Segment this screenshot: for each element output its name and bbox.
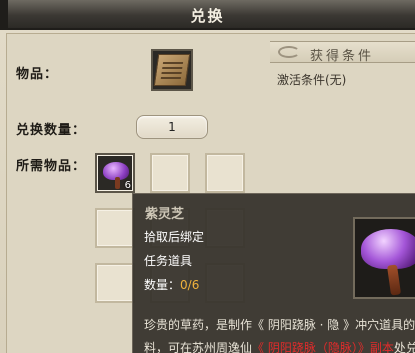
required-item-slot[interactable]: [95, 263, 135, 303]
reward-item-slot[interactable]: [151, 49, 193, 91]
conditions-header: 获得条件: [270, 41, 415, 64]
swirl-ornament-icon: [278, 46, 300, 58]
slot-count: 6: [124, 180, 131, 191]
required-item-slot[interactable]: [150, 153, 190, 193]
item-label: 物品：: [16, 67, 59, 82]
tooltip-item-name: 紫灵芝: [145, 207, 185, 222]
tooltip-count-value: 0/6: [180, 278, 200, 292]
purple-ganoderma-large-icon: [353, 217, 415, 299]
tooltip-description-line2: 料，可在苏州周逸仙《 阴阳跷脉（隐脉）》副本处兑: [144, 339, 415, 353]
desc-suffix: 处兑: [393, 341, 415, 353]
scroll-icon: [153, 54, 191, 86]
required-item-slot[interactable]: 6: [95, 153, 135, 193]
exchange-window: 兑换 物品： 获得条件 激活条件(无) 兑换数量： 1 所需物品： 6 紫灵芝 …: [0, 0, 415, 353]
required-items-label: 所需物品：: [16, 159, 87, 174]
desc-dungeon-link[interactable]: 《 阴阳跷脉（隐脉）》副本: [252, 341, 394, 353]
quantity-input[interactable]: 1: [136, 115, 208, 139]
conditions-header-label: 获得条件: [310, 49, 375, 64]
window-title: 兑换: [190, 7, 225, 25]
conditions-value: 激活条件(无): [277, 73, 347, 87]
item-tooltip: 紫灵芝 拾取后绑定 任务道具 数量：0/6 珍贵的草药，是制作《 阴阳跷脉 · …: [132, 193, 415, 353]
tooltip-item-type: 任务道具: [144, 254, 193, 268]
tooltip-bind-type: 拾取后绑定: [144, 230, 205, 244]
tooltip-description-line1: 珍贵的草药，是制作《 阴阳跷脉 · 隐 》冲穴道具的关: [144, 318, 415, 332]
desc-prefix: 料，可在苏州周逸仙: [144, 341, 253, 353]
window-titlebar: 兑换: [0, 0, 415, 30]
tooltip-count-label: 数量：: [144, 278, 181, 292]
required-item-slot[interactable]: [205, 153, 245, 193]
quantity-label: 兑换数量：: [16, 123, 87, 138]
required-item-slot[interactable]: [95, 208, 135, 248]
tooltip-count: 数量：0/6: [144, 276, 199, 293]
